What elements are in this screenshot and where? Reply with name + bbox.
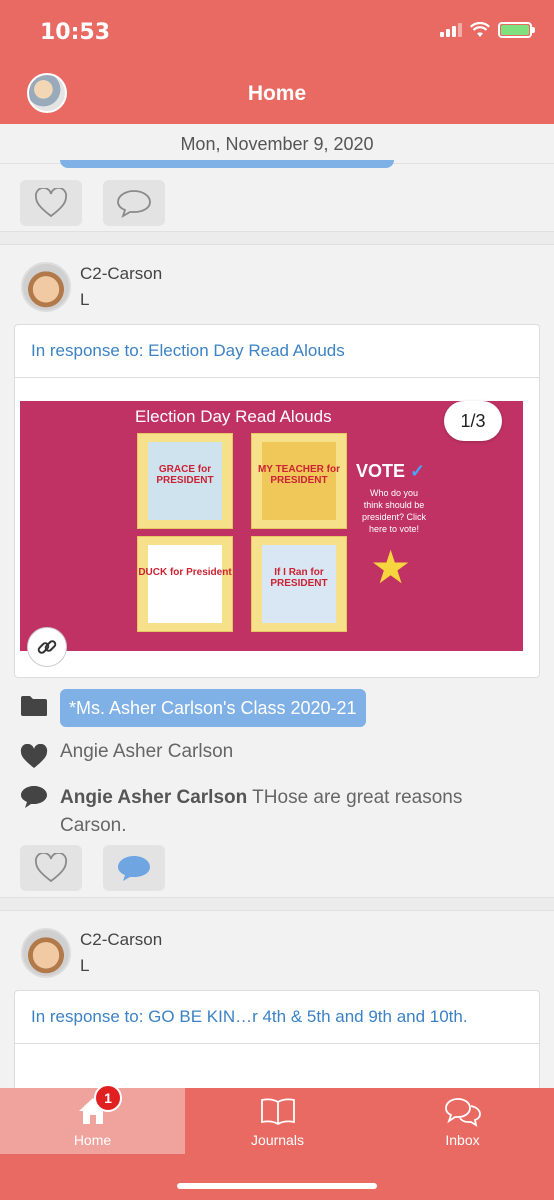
like-button[interactable] bbox=[20, 180, 82, 226]
tab-label: Home bbox=[73, 1132, 112, 1148]
comment-button[interactable] bbox=[103, 845, 165, 891]
date-header: Mon, November 9, 2020 bbox=[0, 124, 554, 164]
heart-icon bbox=[20, 744, 48, 768]
card-divider bbox=[15, 377, 539, 378]
post-separator bbox=[0, 231, 554, 245]
link-button[interactable] bbox=[27, 627, 67, 667]
book-icon bbox=[260, 1098, 295, 1126]
comment-icon bbox=[21, 786, 47, 808]
link-icon bbox=[37, 640, 57, 654]
author-avatar[interactable] bbox=[21, 262, 71, 312]
comment-filled-icon bbox=[118, 856, 150, 881]
wifi-icon bbox=[470, 22, 490, 37]
top-bar: 10:53 Home bbox=[0, 0, 554, 124]
comment-text: Angie Asher Carlson THose are great reas… bbox=[60, 784, 500, 840]
tab-label: Inbox bbox=[445, 1132, 480, 1148]
tab-inbox[interactable]: Inbox bbox=[370, 1088, 554, 1154]
page-title: Home bbox=[247, 82, 307, 105]
card-divider bbox=[15, 1043, 539, 1044]
heart-outline-icon bbox=[34, 853, 68, 883]
home-indicator bbox=[177, 1183, 377, 1189]
battery-icon bbox=[498, 22, 535, 38]
status-time: 10:53 bbox=[40, 20, 111, 45]
author-name[interactable]: C2-Carson bbox=[80, 930, 162, 950]
response-link[interactable]: In response to: GO BE KIN…r 4th & 5th an… bbox=[31, 1007, 468, 1027]
status-icons bbox=[440, 22, 535, 38]
tab-home[interactable]: 1 Home bbox=[0, 1084, 185, 1154]
vote-text: Who do you think should be president? Cl… bbox=[361, 488, 427, 534]
comment-author[interactable]: Angie Asher Carlson bbox=[60, 787, 247, 808]
star-icon: ★ bbox=[370, 541, 412, 593]
post-image[interactable]: Election Day Read Alouds GRACE for PRESI… bbox=[20, 401, 523, 651]
heart-outline-icon bbox=[34, 188, 68, 218]
comment-outline-icon bbox=[117, 190, 151, 218]
tab-label: Journals bbox=[251, 1132, 304, 1148]
author-initial: L bbox=[80, 956, 90, 975]
image-counter: 1/3 bbox=[444, 401, 502, 441]
post-card: In response to: GO BE KIN…r 4th & 5th an… bbox=[14, 990, 540, 1100]
post-separator bbox=[0, 897, 554, 911]
book-cover: If I Ran for PRESIDENT bbox=[251, 536, 347, 632]
signal-icon bbox=[440, 23, 462, 37]
folder-icon bbox=[21, 696, 47, 716]
author-avatar[interactable] bbox=[21, 928, 71, 978]
liked-by: Angie Asher Carlson bbox=[60, 741, 234, 762]
chat-bubbles-icon bbox=[444, 1098, 481, 1127]
class-tag-partial[interactable] bbox=[60, 160, 394, 168]
response-link[interactable]: In response to: Election Day Read Alouds bbox=[31, 341, 345, 361]
like-button[interactable] bbox=[20, 845, 82, 891]
book-cover: MY TEACHER for PRESIDENT bbox=[251, 433, 347, 529]
comment-button[interactable] bbox=[103, 180, 165, 226]
book-cover: DUCK for President bbox=[137, 536, 233, 632]
author-initial: L bbox=[80, 290, 90, 309]
class-tag[interactable]: *Ms. Asher Carlson's Class 2020-21 bbox=[60, 689, 366, 727]
tab-journals[interactable]: Journals bbox=[185, 1088, 370, 1154]
image-title: Election Day Read Alouds bbox=[135, 407, 332, 426]
notification-badge: 1 bbox=[94, 1084, 122, 1112]
vote-label: VOTE ✓ bbox=[356, 461, 426, 481]
book-cover: GRACE for PRESIDENT bbox=[137, 433, 233, 529]
author-name[interactable]: C2-Carson bbox=[80, 264, 162, 284]
